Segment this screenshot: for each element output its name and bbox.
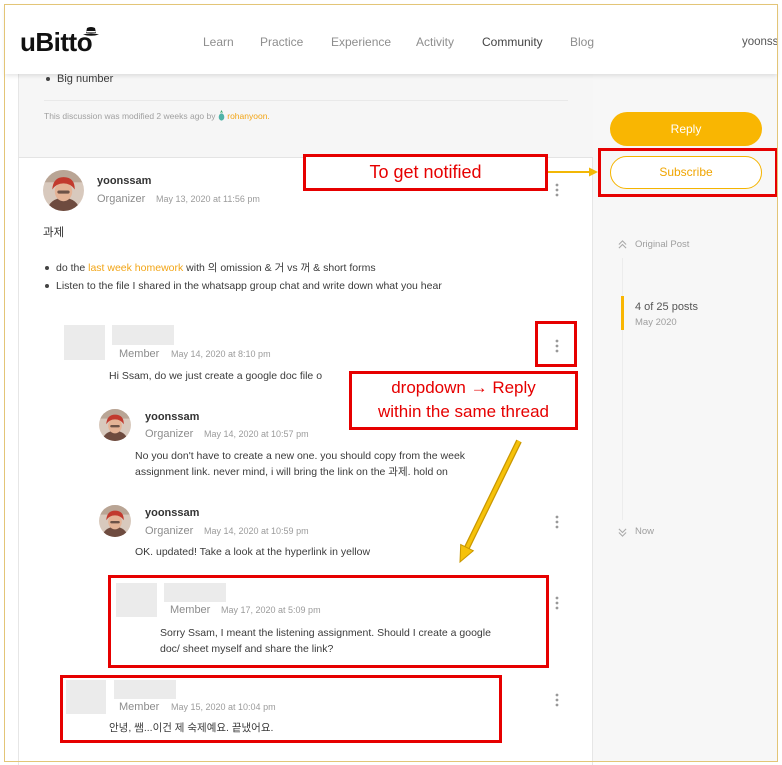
nav-experience[interactable]: Experience bbox=[331, 35, 391, 49]
list-item: do the last week homework with 의 omissio… bbox=[45, 261, 376, 275]
author-role: Organizer bbox=[97, 193, 146, 205]
more-vertical-icon[interactable] bbox=[554, 693, 560, 707]
post-date: May 14, 2020 at 10:59 pm bbox=[204, 526, 309, 536]
subscribe-highlight-box bbox=[598, 148, 778, 197]
more-vertical-icon[interactable] bbox=[554, 596, 560, 610]
double-chevron-up-icon[interactable] bbox=[618, 240, 627, 249]
timeline-handle[interactable] bbox=[621, 296, 624, 330]
reply-button[interactable]: Reply bbox=[610, 112, 762, 146]
nav-activity[interactable]: Activity bbox=[416, 35, 454, 49]
author-name[interactable]: yoonssam bbox=[145, 506, 199, 520]
post-body: OK. updated! Take a look at the hyperlin… bbox=[135, 546, 371, 558]
author-name-placeholder[interactable] bbox=[112, 325, 174, 345]
user-menu[interactable]: yoonss bbox=[742, 35, 778, 49]
homework-link[interactable]: last week homework bbox=[88, 262, 183, 274]
post-date: May 14, 2020 at 8:10 pm bbox=[171, 349, 271, 359]
avatar[interactable] bbox=[99, 505, 131, 537]
dropdown-callout-line: within the same thread bbox=[377, 402, 550, 421]
dropdown-callout: dropdown → Reply within the same thread bbox=[349, 371, 578, 430]
avatar[interactable] bbox=[43, 170, 84, 211]
nested-reply-highlight-box bbox=[108, 575, 549, 668]
list-item-text: do the bbox=[56, 262, 86, 274]
nav-learn[interactable]: Learn bbox=[203, 35, 234, 49]
timeline-end[interactable]: Now bbox=[635, 526, 654, 538]
post-body: Hi Ssam, do we just create a google doc … bbox=[109, 370, 323, 382]
avatar-placeholder[interactable] bbox=[64, 325, 105, 360]
post-heading: 과제 bbox=[43, 227, 65, 239]
nav-community[interactable]: Community bbox=[482, 35, 543, 49]
original-post-footer: Big number This discussion was modified … bbox=[18, 72, 593, 158]
avatar[interactable] bbox=[99, 409, 131, 441]
nav-blog[interactable]: Blog bbox=[570, 35, 594, 49]
notify-callout: To get notified bbox=[303, 154, 548, 191]
list-item: Listen to the file I shared in the whats… bbox=[45, 279, 442, 293]
site-logo[interactable]: uBitto bbox=[20, 27, 99, 57]
modified-by-link[interactable]: rohanyoon. bbox=[227, 111, 270, 121]
more-vertical-icon[interactable] bbox=[554, 183, 560, 197]
pineapple-icon bbox=[218, 110, 225, 121]
author-role: Member bbox=[119, 348, 160, 360]
logo-text: uBitto bbox=[20, 27, 93, 57]
timeline-position: 4 of 25 posts bbox=[635, 301, 698, 313]
post-body: assignment link. never mind, i will brin… bbox=[135, 466, 448, 478]
timeline-position-date: May 2020 bbox=[635, 317, 677, 328]
post-date: May 13, 2020 at 11:56 pm bbox=[156, 194, 260, 204]
post-date: May 14, 2020 at 10:57 pm bbox=[204, 429, 309, 439]
author-name[interactable]: yoonssam bbox=[145, 410, 199, 424]
hat-icon bbox=[83, 27, 99, 36]
more-vertical-icon[interactable] bbox=[554, 515, 560, 529]
double-chevron-down-icon[interactable] bbox=[618, 528, 627, 537]
divider bbox=[44, 100, 568, 101]
author-role: Organizer bbox=[145, 428, 194, 440]
modified-note-text: This discussion was modified 2 weeks ago… bbox=[44, 111, 216, 121]
top-level-reply-highlight-box bbox=[60, 675, 502, 743]
author-name[interactable]: yoonssam bbox=[97, 174, 151, 188]
author-role: Organizer bbox=[145, 525, 194, 537]
reply-post: yoonssam Organizer May 14, 2020 at 10:59… bbox=[99, 505, 577, 561]
modified-note: This discussion was modified 2 weeks ago… bbox=[44, 110, 270, 122]
nav-practice[interactable]: Practice bbox=[260, 35, 303, 49]
list-item-text: with 의 omission & 거 vs 꺼 & short forms bbox=[186, 262, 376, 274]
list-item: Big number bbox=[46, 72, 113, 86]
page: uBitto Learn Practice Experience Activit… bbox=[0, 0, 782, 765]
dropdown-callout-line: dropdown → Reply bbox=[391, 378, 536, 397]
timeline-start[interactable]: Original Post bbox=[635, 239, 689, 251]
post-body: No you don't have to create a new one. y… bbox=[135, 450, 466, 462]
menu-highlight-box bbox=[535, 321, 577, 367]
